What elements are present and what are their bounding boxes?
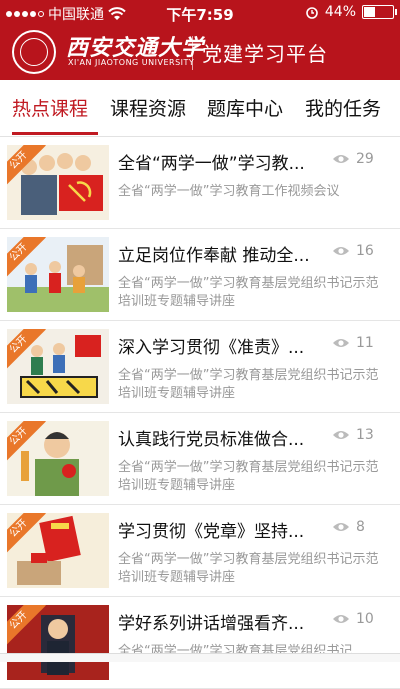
view-count: 13 — [332, 427, 374, 443]
course-list-item[interactable]: 公开 学好系列讲话增强看齐... 10 全省“两学一做”学习教育基层党组织书记 — [0, 597, 400, 689]
battery-fill — [364, 7, 376, 17]
course-title: 立足岗位作奉献 推动全... — [118, 246, 310, 266]
course-list-item[interactable]: 公开 深入学习贯彻《准责》... 11 全省“两学一做”学习教育基层党组织书记示… — [0, 321, 400, 413]
tab-my-tasks[interactable]: 我的任务 — [305, 94, 381, 121]
view-count-value: 8 — [356, 519, 365, 535]
view-count-value: 29 — [356, 151, 374, 167]
course-title: 全省“两学一做”学习教... — [118, 154, 305, 174]
view-count-value: 13 — [356, 427, 374, 443]
view-count: 16 — [332, 243, 374, 259]
eye-icon — [333, 615, 349, 623]
course-description: 全省“两学一做”学习教育基层党组织书记示范培训班专题辅导讲座 — [118, 552, 379, 585]
eye-icon — [333, 431, 349, 439]
course-description: 全省“两学一做”学习教育基层党组织书记示范培训班专题辅导讲座 — [118, 276, 379, 309]
course-thumbnail: 公开 — [7, 421, 109, 496]
tab-bar: 热点课程 课程资源 题库中心 我的任务 — [0, 80, 400, 137]
battery-percent: 44% — [324, 4, 356, 20]
app-header: 西安交通大学 XI'AN JIAOTONG UNIVERSITY 党建学习平台 — [0, 26, 400, 80]
view-count-value: 11 — [356, 335, 374, 351]
course-description: 全省“两学一做”学习教育基层党组织书记示范培训班专题辅导讲座 — [118, 368, 379, 401]
app-title: 党建学习平台 — [202, 42, 328, 66]
tab-question-bank[interactable]: 题库中心 — [207, 94, 283, 121]
battery-icon — [362, 5, 397, 19]
course-description: 全省“两学一做”学习教育基层党组织书记示范培训班专题辅导讲座 — [118, 460, 379, 493]
header-divider — [192, 36, 193, 70]
view-count: 10 — [332, 611, 374, 627]
status-bar: 中国联通 下午7:59 44% — [0, 0, 400, 26]
active-tab-indicator — [12, 132, 98, 135]
status-right: 44% — [305, 4, 397, 20]
course-description: 全省“两学一做”学习教育工作视频会议 — [118, 184, 340, 199]
eye-icon — [333, 523, 349, 531]
tab-hot-courses[interactable]: 热点课程 — [12, 94, 88, 121]
university-logo-en: XI'AN JIAOTONG UNIVERSITY — [68, 58, 195, 67]
course-title: 学习贯彻《党章》坚持... — [118, 522, 305, 542]
course-thumbnail: 公开 — [7, 605, 109, 680]
university-seal-icon — [12, 30, 56, 74]
course-thumbnail: 公开 — [7, 513, 109, 588]
eye-icon — [333, 247, 349, 255]
course-thumbnail: 公开 — [7, 145, 109, 220]
course-list-item[interactable]: 公开 认真践行党员标准做合... 13 全省“两学一做”学习教育基层党组织书记示… — [0, 413, 400, 505]
course-list-item[interactable]: 公开 全省“两学一做”学习教... 29 全省“两学一做”学习教育工作视频会议 — [0, 137, 400, 229]
course-list: 公开 全省“两学一做”学习教... 29 全省“两学一做”学习教育工作视频会议 … — [0, 137, 400, 689]
view-count-value: 10 — [356, 611, 374, 627]
tab-course-resources[interactable]: 课程资源 — [110, 94, 186, 121]
view-count: 29 — [332, 151, 374, 167]
eye-icon — [333, 339, 349, 347]
course-thumbnail: 公开 — [7, 329, 109, 404]
course-title: 学好系列讲话增强看齐... — [118, 614, 305, 634]
eye-icon — [333, 155, 349, 163]
view-count: 11 — [332, 335, 374, 351]
course-thumbnail: 公开 — [7, 237, 109, 312]
view-count: 8 — [332, 519, 365, 535]
course-title: 认真践行党员标准做合... — [118, 430, 305, 450]
course-list-item[interactable]: 公开 立足岗位作奉献 推动全... 16 全省“两学一做”学习教育基层党组织书记… — [0, 229, 400, 321]
course-list-item[interactable]: 公开 学习贯彻《党章》坚持... 8 全省“两学一做”学习教育基层党组织书记示范… — [0, 505, 400, 597]
alarm-clock-icon — [306, 7, 318, 19]
course-title: 深入学习贯彻《准责》... — [118, 338, 305, 358]
view-count-value: 16 — [356, 243, 374, 259]
